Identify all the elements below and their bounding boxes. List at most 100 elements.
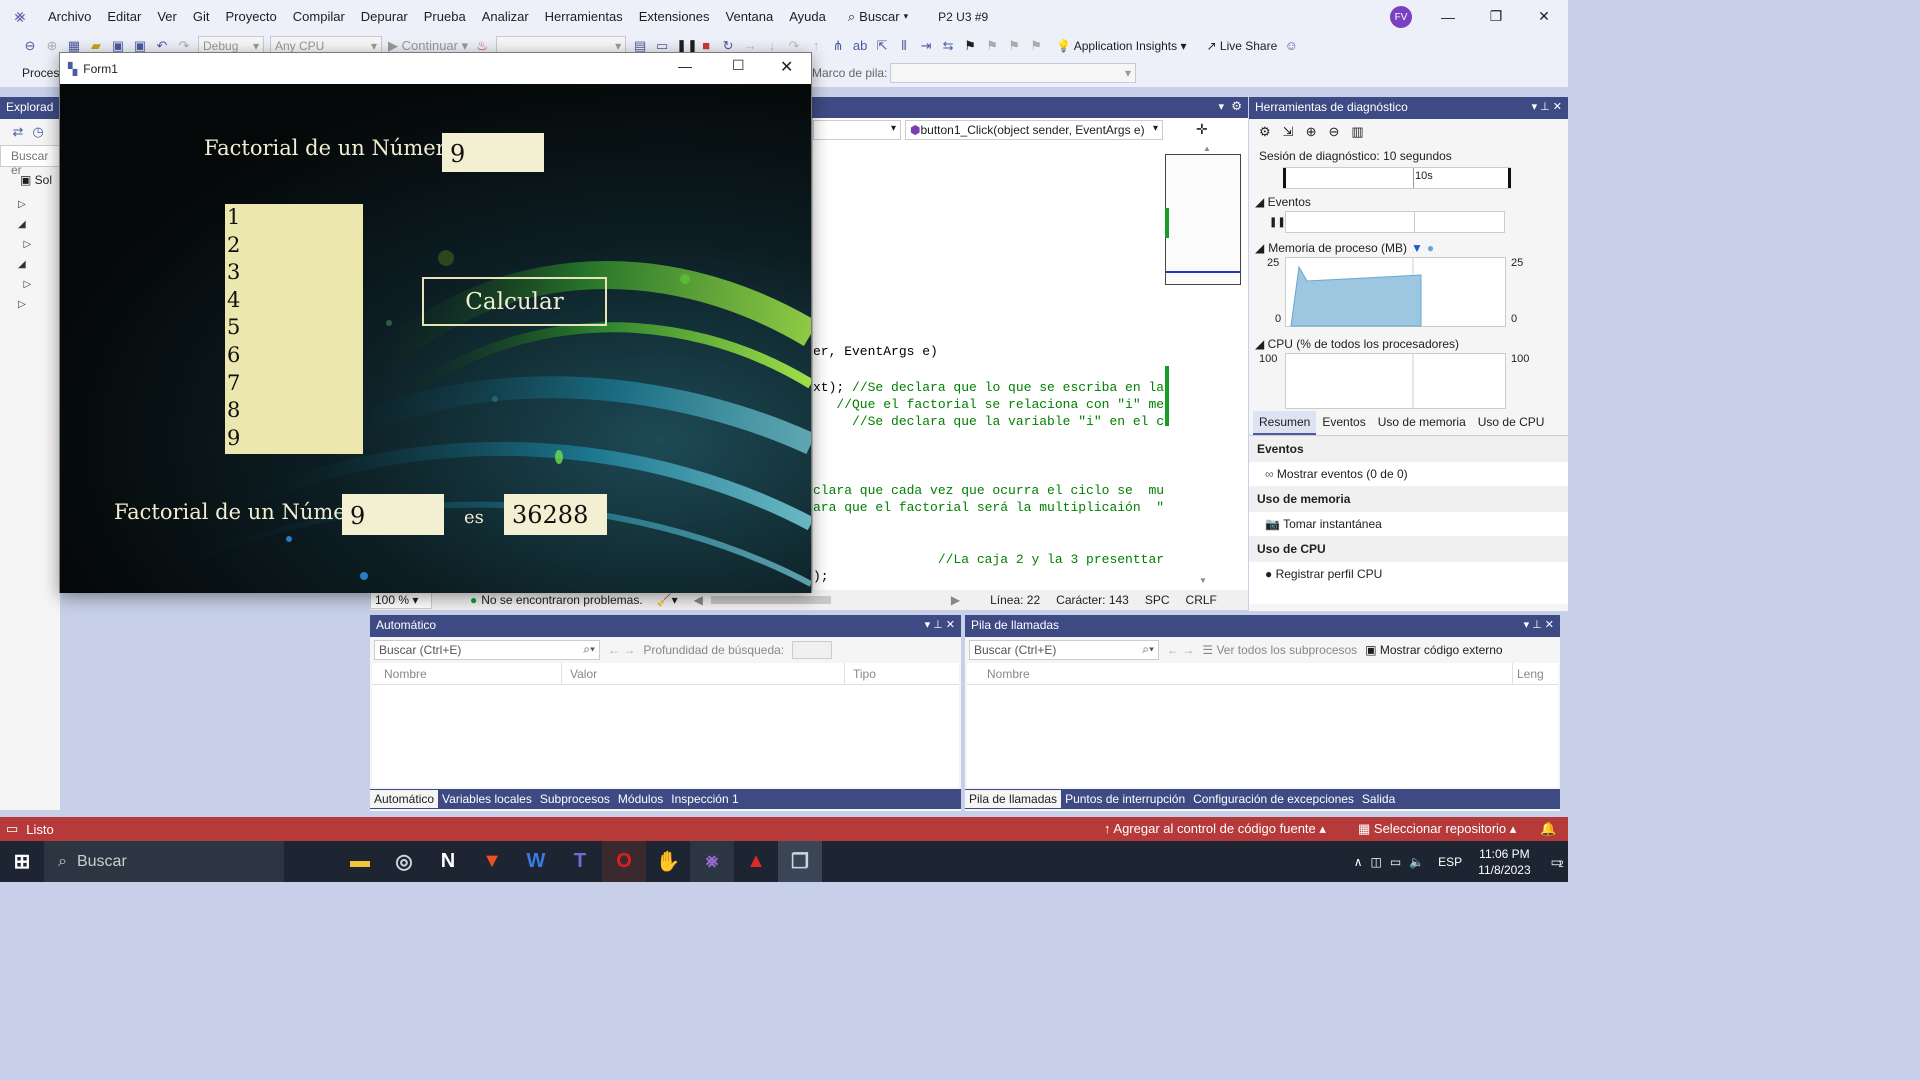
all-threads-button[interactable]: ☰ Ver todos los subprocesos xyxy=(1202,643,1357,657)
method-navigator[interactable]: ⬢button1_Click(object sender, EventArgs … xyxy=(905,120,1163,140)
scroll-down-icon[interactable]: ▼ xyxy=(1199,576,1207,585)
tab-uso-memoria[interactable]: Uso de memoria xyxy=(1372,411,1472,435)
autos-search-input[interactable]: Buscar (Ctrl+E) ⌕▾ xyxy=(374,640,600,660)
panel-controls[interactable]: ▾ ⊥ ✕ xyxy=(1524,618,1554,631)
solution-node[interactable]: ▣ Sol xyxy=(0,167,60,187)
whitespace-indicator[interactable]: SPC xyxy=(1145,593,1170,607)
code-editor[interactable]: ▾ ⬢button1_Click(object sender, EventArg… xyxy=(812,118,1248,593)
menu-depurar[interactable]: Depurar xyxy=(353,9,416,24)
avatar[interactable]: FV xyxy=(1390,6,1412,28)
visual-studio-logo-icon[interactable]: ⨳ xyxy=(0,6,40,27)
class-navigator[interactable]: ▾ xyxy=(813,120,901,140)
notion-icon[interactable]: N xyxy=(426,841,470,882)
threads-icon[interactable]: ⫴ xyxy=(896,38,912,54)
bookmark-prev-icon[interactable]: ⚑ xyxy=(984,38,1000,54)
code-line[interactable]: ); xyxy=(813,569,1165,584)
number-input[interactable]: 9 xyxy=(442,133,544,172)
settings-icon[interactable]: ⚙ xyxy=(1259,124,1271,140)
live-share-button[interactable]: ↗ Live Share xyxy=(1207,39,1278,53)
clock[interactable]: 11:06 PM 11/8/2023 xyxy=(1478,846,1531,878)
line-ending-indicator[interactable]: CRLF xyxy=(1186,593,1217,607)
maximize-icon[interactable]: ☐ xyxy=(732,57,745,74)
split-icon[interactable]: ✛ xyxy=(1196,121,1208,138)
form1-title-bar[interactable]: ▚ Form1 — ☐ ✕ xyxy=(60,53,811,84)
scroll-up-icon[interactable]: ▲ xyxy=(1203,144,1211,153)
listbox-item[interactable]: 2 xyxy=(227,232,361,260)
taskbar-search[interactable]: ⌕ Buscar xyxy=(44,841,284,882)
code-line[interactable]: //Que el factorial se relaciona con "i" … xyxy=(813,397,1165,412)
menu-proyecto[interactable]: Proyecto xyxy=(217,9,284,24)
col-valor[interactable]: Valor xyxy=(562,663,845,684)
tab-variables-locales[interactable]: Variables locales xyxy=(438,790,536,808)
form1-window[interactable]: ▚ Form1 — ☐ ✕ Factorial de un Número 9 1… xyxy=(59,52,812,593)
zoom-in-icon[interactable]: ⊕ xyxy=(1306,124,1317,140)
tab-salida[interactable]: Salida xyxy=(1358,790,1399,808)
restore-icon[interactable]: ❐ xyxy=(1472,8,1520,25)
show-events-link[interactable]: ∞ Mostrar eventos (0 de 0) xyxy=(1249,462,1568,486)
file-explorer-icon[interactable]: ▬ xyxy=(338,841,382,882)
minimize-icon[interactable]: — xyxy=(1424,9,1472,25)
col-nombre[interactable]: Nombre xyxy=(967,663,1513,684)
tab-automatico[interactable]: Automático xyxy=(370,790,439,808)
timeline-ruler[interactable]: 10s xyxy=(1283,167,1511,189)
notification-center-icon[interactable]: ▭ 2 xyxy=(1551,855,1564,869)
back-icon[interactable]: ⊖ xyxy=(22,38,38,54)
menu-ver[interactable]: Ver xyxy=(149,9,185,24)
export-icon[interactable]: ⇲ xyxy=(1283,124,1294,140)
external-code-button[interactable]: ▣ Mostrar código externo xyxy=(1365,643,1502,657)
chart-icon[interactable]: ▥ xyxy=(1351,124,1363,140)
listbox-item[interactable]: 3 xyxy=(227,259,361,287)
minimize-icon[interactable]: — xyxy=(678,58,692,74)
tab-subprocesos[interactable]: Subprocesos xyxy=(536,790,614,808)
tab-config-excepciones[interactable]: Configuración de excepciones xyxy=(1189,790,1358,808)
col-lenguaje[interactable]: Leng xyxy=(1513,663,1548,684)
menu-herramientas[interactable]: Herramientas xyxy=(537,9,631,24)
zoom-out-icon[interactable]: ⊖ xyxy=(1328,124,1339,140)
listbox-item[interactable]: 4 xyxy=(227,287,361,315)
bookmark-clear-icon[interactable]: ⚑ xyxy=(1028,38,1044,54)
menu-editar[interactable]: Editar xyxy=(99,9,149,24)
col-tipo[interactable]: Tipo xyxy=(845,663,884,684)
form-app-icon[interactable]: ❐ xyxy=(778,841,822,882)
tab-uso-cpu[interactable]: Uso de CPU xyxy=(1472,411,1551,435)
word-icon[interactable]: W xyxy=(514,841,558,882)
tab-inspeccion[interactable]: Inspección 1 xyxy=(667,790,742,808)
scroll-left-icon[interactable]: ◀ xyxy=(694,593,703,607)
tab-list-icon[interactable]: ▾ xyxy=(1218,100,1224,113)
code-line[interactable]: xt); //Se declara que lo que se escriba … xyxy=(813,380,1165,395)
result-number-box[interactable]: 9 xyxy=(342,494,444,535)
menu-archivo[interactable]: Archivo xyxy=(40,9,99,24)
tab-modulos[interactable]: Módulos xyxy=(614,790,667,808)
tab-puntos-interrupcion[interactable]: Puntos de interrupción xyxy=(1061,790,1189,808)
tab-pila-llamadas[interactable]: Pila de llamadas xyxy=(965,790,1062,808)
panel-controls[interactable]: ▾ ⊥ ✕ xyxy=(1532,100,1562,113)
indent-icon[interactable]: ⇥ xyxy=(918,38,934,54)
hex-icon[interactable]: ⋔ xyxy=(830,38,846,54)
app-hand-icon[interactable]: ✋ xyxy=(646,841,690,882)
call-stack-search-input[interactable]: Buscar (Ctrl+E) ⌕▾ xyxy=(969,640,1159,660)
bookmark-icon[interactable]: ⚑ xyxy=(962,38,978,54)
forward-icon[interactable]: ⊕ xyxy=(44,38,60,54)
stack-frame-select[interactable]: ▾ xyxy=(890,63,1136,83)
zoom-select[interactable]: 100 % ▾ xyxy=(370,591,432,609)
language-indicator[interactable]: ESP xyxy=(1438,855,1462,869)
code-line[interactable]: er, EventArgs e) xyxy=(813,344,1165,359)
broom-icon[interactable]: 🧹▾ xyxy=(657,593,678,607)
visual-studio-icon[interactable]: ⨳ xyxy=(690,841,734,882)
menu-analizar[interactable]: Analizar xyxy=(474,9,537,24)
take-snapshot-link[interactable]: 📷 Tomar instantánea xyxy=(1249,512,1568,536)
memory-section-title[interactable]: ◢ Memoria de proceso (MB) ▼ ● xyxy=(1249,233,1568,257)
horizontal-scrollbar[interactable] xyxy=(710,596,831,604)
acrobat-icon[interactable]: ▲ xyxy=(734,841,778,882)
listbox-item[interactable]: 5 xyxy=(227,314,361,342)
cpu-section-title[interactable]: ◢ CPU (% de todos los procesadores) xyxy=(1249,329,1568,353)
menu-ayuda[interactable]: Ayuda xyxy=(781,9,834,24)
sync-icon[interactable]: ⇄ xyxy=(10,124,26,140)
menu-prueba[interactable]: Prueba xyxy=(416,9,474,24)
listbox-item[interactable]: 8 xyxy=(227,397,361,425)
network-icon[interactable]: ◫ xyxy=(1371,855,1382,869)
col-nombre[interactable]: Nombre xyxy=(372,663,562,684)
events-section-title[interactable]: ◢ Eventos xyxy=(1249,189,1568,211)
notifications-icon[interactable]: 🔔 xyxy=(1540,821,1556,837)
code-line[interactable]: ara que el factorial será la multiplicai… xyxy=(813,500,1165,515)
